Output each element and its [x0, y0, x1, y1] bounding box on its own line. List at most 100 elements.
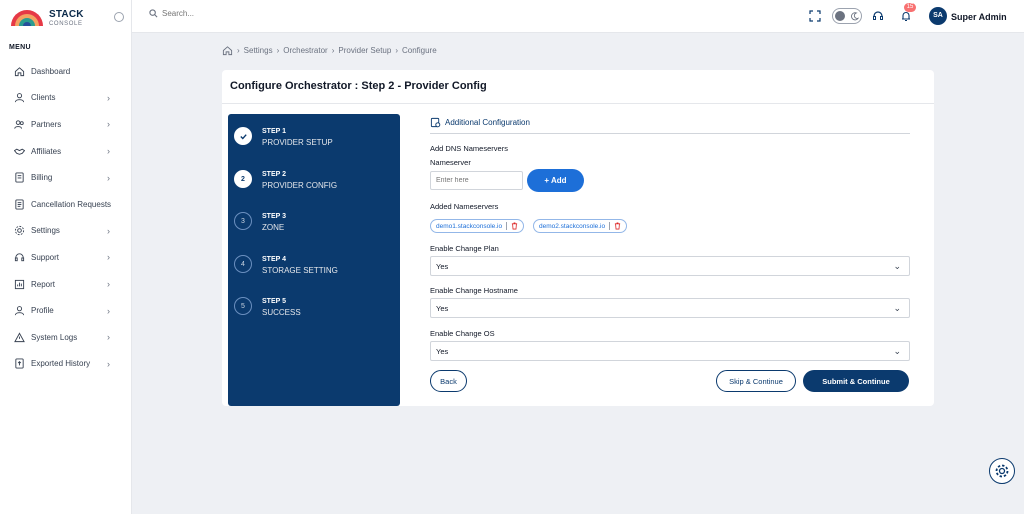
- sidebar-item-billing[interactable]: Billing ›: [0, 164, 132, 191]
- sidebar-item-label: Partners: [31, 119, 62, 129]
- breadcrumb-separator: ›: [276, 46, 280, 55]
- step-number: STEP 2: [262, 171, 286, 178]
- sidebar-item-partners[interactable]: Partners ›: [0, 111, 132, 138]
- sidebar-item-exported-history[interactable]: Exported History ›: [0, 351, 132, 378]
- headset-icon: [14, 253, 25, 262]
- fullscreen-icon[interactable]: [809, 10, 821, 22]
- sidebar-item-dashboard[interactable]: Dashboard: [0, 58, 132, 85]
- home-icon: [14, 67, 25, 76]
- add-nameserver-button[interactable]: + Add: [527, 169, 584, 192]
- step-storage-setting[interactable]: 4 STEP 4 STORAGE SETTING: [234, 255, 338, 275]
- step-number: STEP 1: [262, 128, 286, 135]
- gear-icon: [995, 464, 1009, 478]
- change-hostname-value: Yes: [436, 303, 449, 313]
- avatar[interactable]: SA: [929, 7, 947, 25]
- report-icon: [14, 279, 25, 289]
- menu-title: MENU: [9, 44, 31, 51]
- gear-icon: [14, 226, 25, 236]
- nameserver-chip: demo1.stackconsole.io: [430, 219, 525, 233]
- chevron-right-icon: ›: [107, 172, 110, 183]
- handshake-icon: [14, 148, 25, 155]
- sidebar-item-cancellation-requests[interactable]: Cancellation Requests: [0, 191, 132, 218]
- moon-icon: [851, 12, 859, 21]
- sidebar-item-profile[interactable]: Profile ›: [0, 297, 132, 324]
- step-number: STEP 5: [262, 298, 286, 305]
- back-button[interactable]: Back: [430, 370, 467, 392]
- submit-continue-button[interactable]: Submit & Continue: [803, 370, 909, 392]
- breadcrumb-configure: Configure: [401, 46, 437, 55]
- sidebar-item-label: Billing: [31, 173, 53, 183]
- skip-continue-button[interactable]: Skip & Continue: [716, 370, 796, 392]
- trash-icon[interactable]: [614, 222, 621, 230]
- chevron-right-icon: ›: [107, 119, 110, 130]
- change-plan-value: Yes: [436, 261, 449, 271]
- chevron-right-icon: ›: [107, 225, 110, 236]
- sidebar-item-affiliates[interactable]: Affiliates ›: [0, 138, 132, 165]
- step-name: ZONE: [262, 223, 285, 232]
- step-name: SUCCESS: [262, 308, 301, 317]
- stack-logo-icon: [11, 10, 43, 26]
- step-badge: 3: [234, 212, 252, 230]
- stepper-panel: STEP 1 PROVIDER SETUP 2 STEP 2 PROVIDER …: [228, 114, 400, 406]
- added-nameservers-label: Added Nameservers: [430, 202, 499, 211]
- breadcrumb-separator: ›: [331, 46, 335, 55]
- sidebar-item-system-logs[interactable]: System Logs ›: [0, 324, 132, 351]
- warning-icon: [14, 332, 25, 342]
- nameserver-input[interactable]: [430, 171, 523, 190]
- user-icon: [14, 93, 25, 103]
- sidebar-item-clients[interactable]: Clients ›: [0, 85, 132, 112]
- sidebar-collapse-button[interactable]: [114, 12, 124, 22]
- step-provider-setup[interactable]: STEP 1 PROVIDER SETUP: [234, 127, 333, 147]
- headset-icon[interactable]: [872, 10, 884, 22]
- change-os-value: Yes: [436, 346, 449, 356]
- breadcrumb-orchestrator[interactable]: Orchestrator: [283, 46, 327, 55]
- sidebar-item-label: Support: [31, 252, 60, 262]
- sidebar-item-report[interactable]: Report ›: [0, 271, 132, 298]
- step-zone[interactable]: 3 STEP 3 ZONE: [234, 212, 286, 232]
- sidebar-item-support[interactable]: Support ›: [0, 244, 132, 271]
- home-icon[interactable]: [222, 45, 233, 56]
- section-title: Additional Configuration: [445, 117, 530, 127]
- nameserver-value: demo1.stackconsole.io: [436, 222, 503, 230]
- step-success[interactable]: 5 STEP 5 SUCCESS: [234, 297, 301, 317]
- chevron-right-icon: ›: [107, 146, 110, 157]
- dns-label: Add DNS Nameservers: [430, 144, 508, 153]
- section-header: Additional Configuration: [430, 114, 912, 130]
- sun-icon: [835, 11, 845, 21]
- theme-toggle[interactable]: [832, 8, 862, 24]
- search-bar[interactable]: [149, 9, 282, 18]
- export-icon: [15, 358, 24, 369]
- settings-fab-button[interactable]: [989, 458, 1015, 484]
- users-icon: [14, 120, 24, 129]
- change-os-select[interactable]: Yes ⌄: [430, 341, 910, 361]
- chevron-down-icon: ⌄: [893, 346, 901, 356]
- step-name: STORAGE SETTING: [262, 266, 338, 275]
- logo[interactable]: STACK CONSOLE: [9, 8, 84, 28]
- step-provider-config[interactable]: 2 STEP 2 PROVIDER CONFIG: [234, 170, 337, 190]
- step-badge: 4: [234, 255, 252, 273]
- change-plan-label: Enable Change Plan: [430, 244, 499, 253]
- profile-icon: [14, 306, 25, 316]
- sidebar-nav: Dashboard Clients › Partners › Affiliate…: [0, 58, 132, 377]
- document-icon: [15, 199, 24, 210]
- section-divider: [430, 133, 910, 134]
- breadcrumb-settings[interactable]: Settings: [244, 46, 273, 55]
- breadcrumb: › Settings › Orchestrator › Provider Set…: [222, 45, 437, 56]
- user-name[interactable]: Super Admin: [951, 12, 1007, 22]
- provider-config-form: Additional Configuration Add DNS Nameser…: [430, 114, 912, 392]
- config-icon: [430, 117, 441, 127]
- notification-badge: 15: [904, 3, 916, 12]
- breadcrumb-provider-setup[interactable]: Provider Setup: [338, 46, 391, 55]
- chevron-right-icon: ›: [107, 305, 110, 316]
- sidebar-item-label: Exported History: [31, 359, 91, 369]
- change-hostname-select[interactable]: Yes ⌄: [430, 298, 910, 318]
- sidebar-item-label: Settings: [31, 226, 60, 236]
- change-plan-select[interactable]: Yes ⌄: [430, 256, 910, 276]
- change-hostname-label: Enable Change Hostname: [430, 286, 518, 295]
- search-input[interactable]: [162, 9, 282, 18]
- trash-icon[interactable]: [511, 222, 518, 230]
- nameserver-chip: demo2.stackconsole.io: [533, 219, 628, 233]
- chevron-right-icon: ›: [107, 332, 110, 343]
- chevron-right-icon: ›: [107, 252, 110, 263]
- sidebar-item-settings[interactable]: Settings ›: [0, 218, 132, 245]
